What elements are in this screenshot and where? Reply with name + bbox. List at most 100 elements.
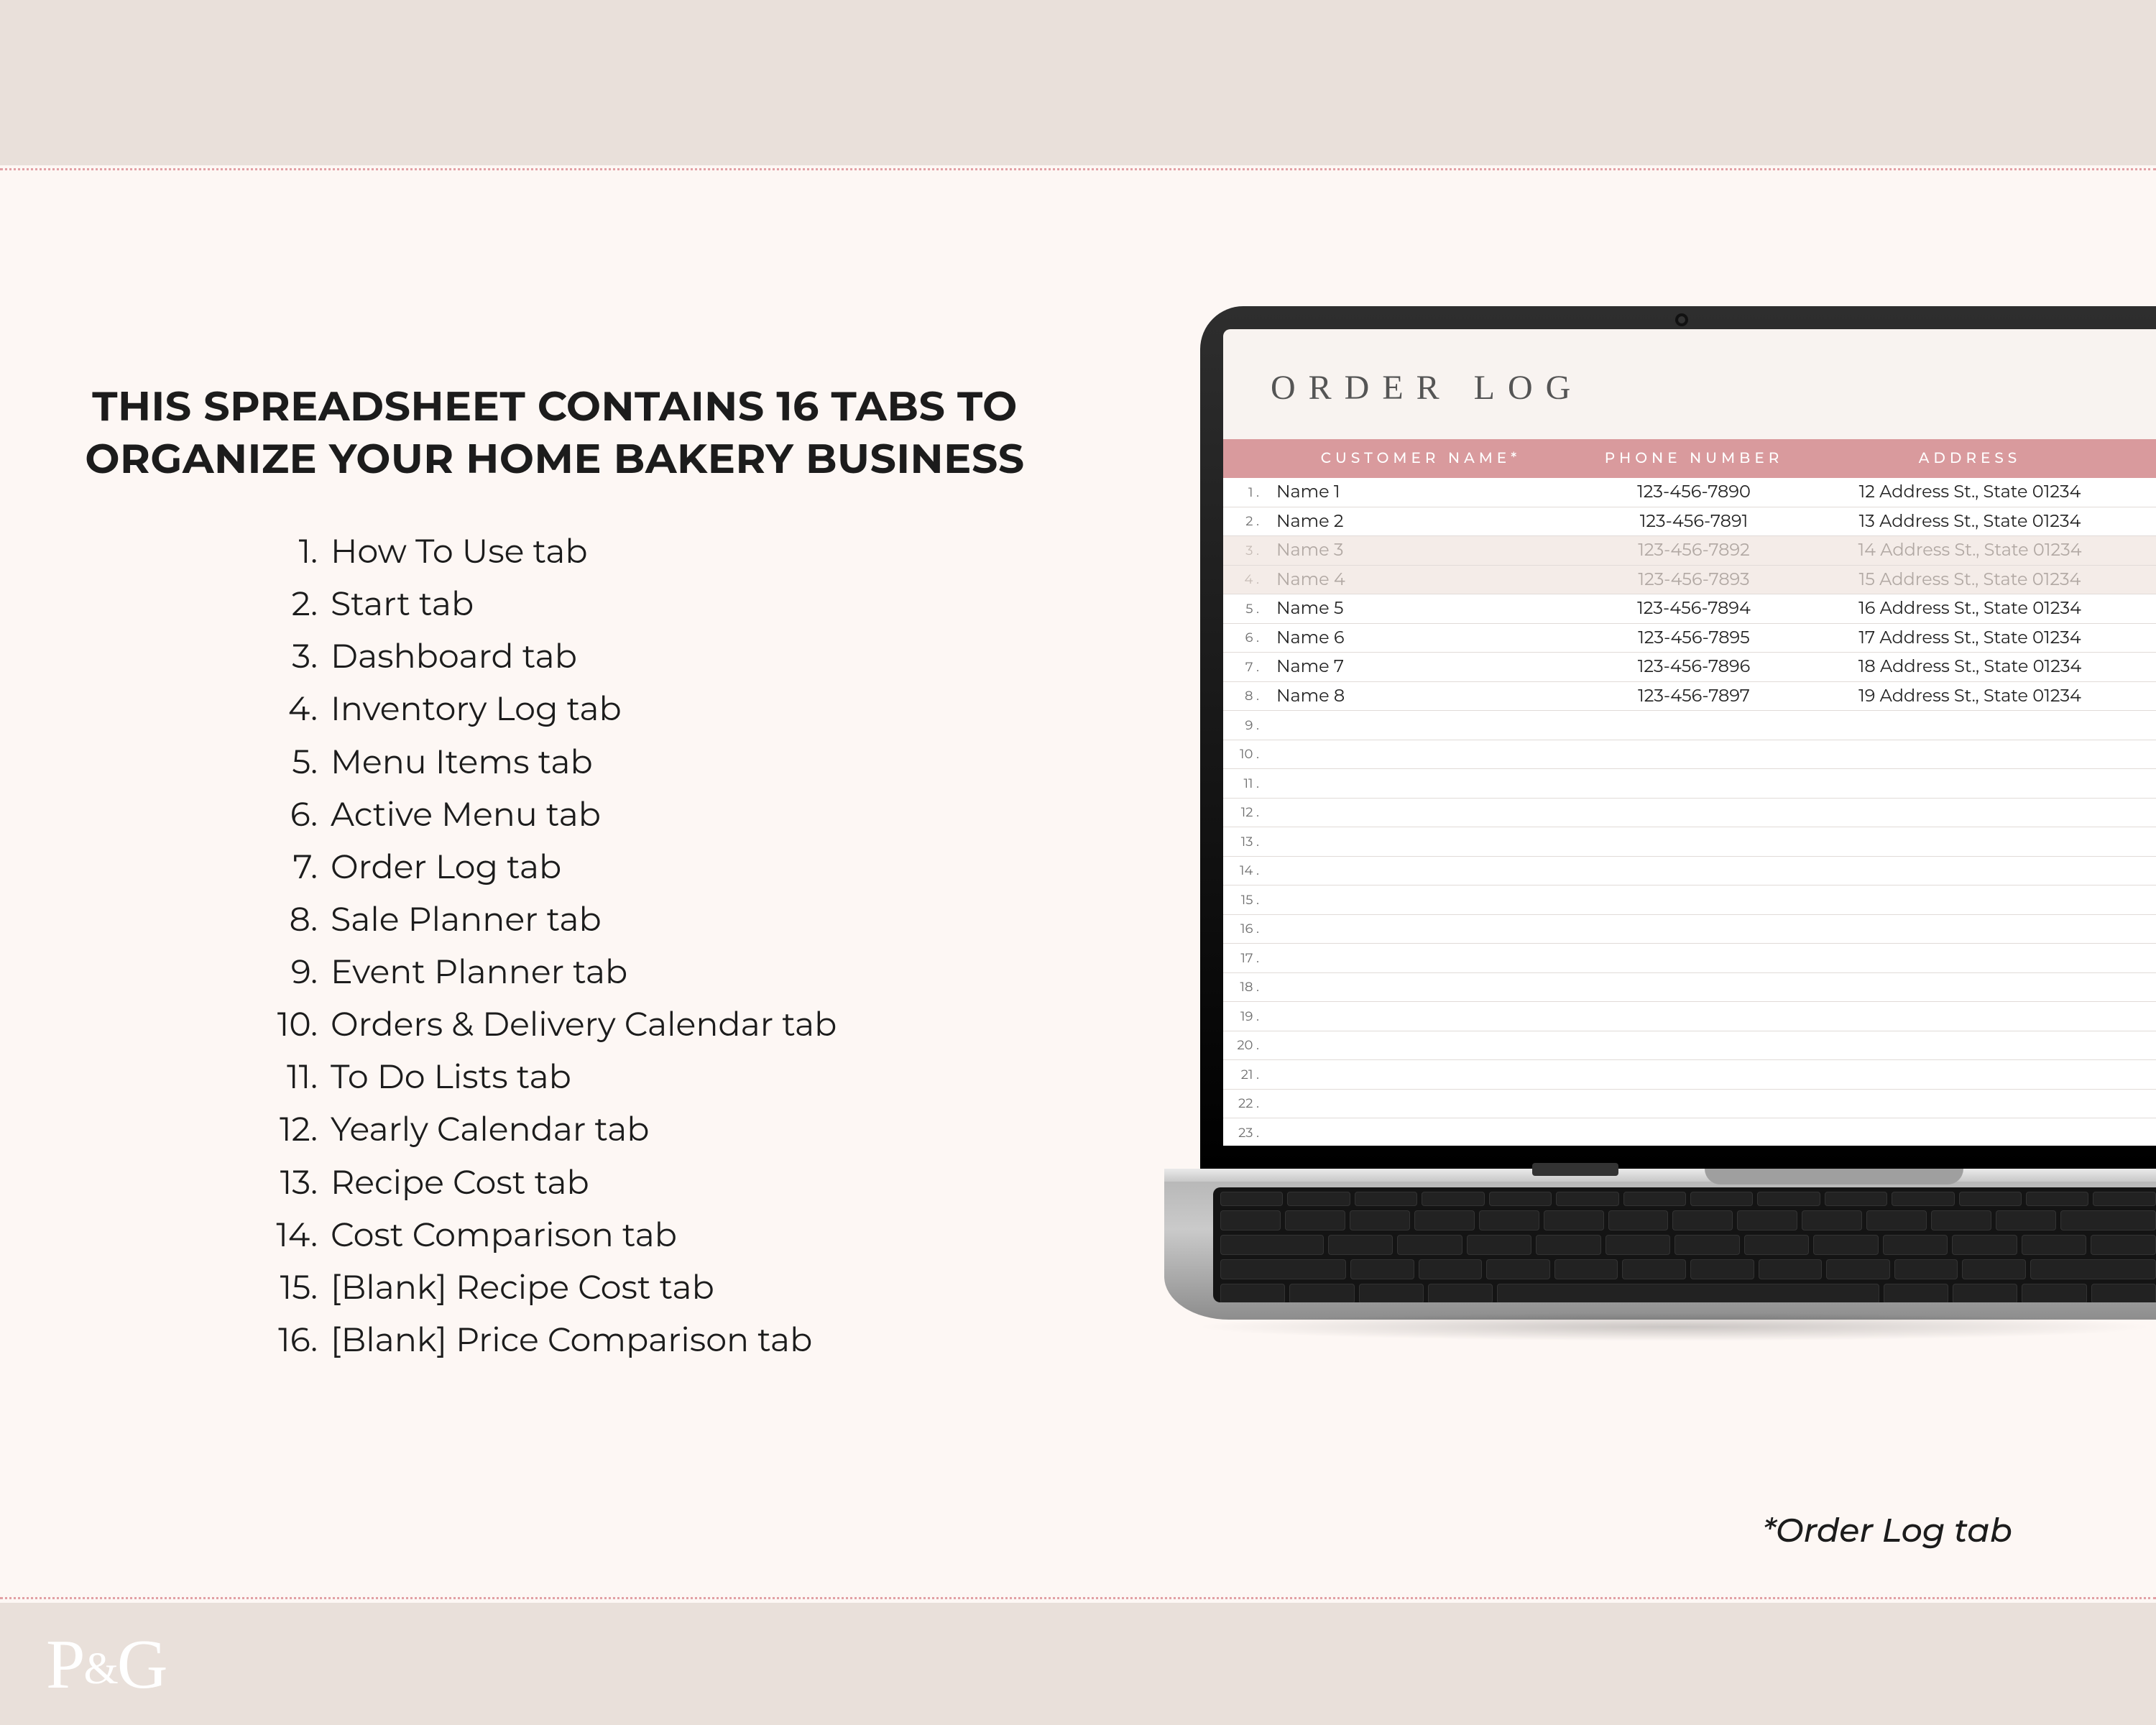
sheet-header: CUSTOMER NAME* PHONE NUMBER ADDRESS xyxy=(1223,439,2156,478)
headline: THIS SPREADSHEET CONTAINS 16 TABS TO ORG… xyxy=(66,381,1044,486)
cell-address: 15 Address St., State 01234 xyxy=(1812,569,2156,590)
laptop-hinge xyxy=(1532,1163,1618,1176)
tabs-list-item: 11.To Do Lists tab xyxy=(247,1050,837,1103)
table-row: 9 xyxy=(1223,711,2156,740)
list-label: Start tab xyxy=(331,577,474,630)
table-row: 1Name 1123-456-789012 Address St., State… xyxy=(1223,478,2156,507)
table-row: 21 xyxy=(1223,1060,2156,1090)
row-number: 7 xyxy=(1223,659,1266,675)
cell-name: Name 2 xyxy=(1266,511,1575,532)
laptop-mockup: ORDER LOG CUSTOMER NAME* PHONE NUMBER AD… xyxy=(1150,306,2156,1456)
laptop-notch xyxy=(1705,1169,1963,1184)
cell-name: Name 3 xyxy=(1266,540,1575,561)
table-row: 12 xyxy=(1223,799,2156,828)
list-number: 6. xyxy=(247,788,331,840)
tabs-list-item: 16.[Blank] Price Comparison tab xyxy=(247,1313,837,1366)
row-number: 22 xyxy=(1223,1095,1266,1111)
table-row: 10 xyxy=(1223,740,2156,770)
list-label: [Blank] Price Comparison tab xyxy=(331,1313,812,1366)
col-header-name: CUSTOMER NAME* xyxy=(1266,450,1575,467)
list-label: Inventory Log tab xyxy=(331,682,622,735)
table-row: 14 xyxy=(1223,857,2156,886)
logo-ampersand: & xyxy=(84,1644,117,1693)
table-row: 5Name 5123-456-789416 Address St., State… xyxy=(1223,594,2156,624)
table-row: 4Name 4123-456-789315 Address St., State… xyxy=(1223,566,2156,595)
list-number: 10. xyxy=(247,998,331,1050)
list-label: Yearly Calendar tab xyxy=(331,1103,650,1155)
tabs-list-item: 14.Cost Comparison tab xyxy=(247,1208,837,1261)
list-number: 9. xyxy=(247,945,331,998)
tabs-list-item: 13.Recipe Cost tab xyxy=(247,1156,837,1208)
table-row: 20 xyxy=(1223,1031,2156,1061)
list-number: 15. xyxy=(247,1261,331,1313)
tabs-list-item: 6.Active Menu tab xyxy=(247,788,837,840)
row-number: 2 xyxy=(1223,513,1266,529)
tabs-list-item: 9.Event Planner tab xyxy=(247,945,837,998)
cell-address: 18 Address St., State 01234 xyxy=(1812,656,2156,677)
row-number: 10 xyxy=(1223,746,1266,762)
col-header-phone: PHONE NUMBER xyxy=(1575,450,1812,467)
cell-name: Name 1 xyxy=(1266,482,1575,502)
row-number: 14 xyxy=(1223,862,1266,878)
row-number: 1 xyxy=(1223,484,1266,500)
tabs-list-item: 7.Order Log tab xyxy=(247,840,837,893)
cell-phone: 123-456-7895 xyxy=(1575,627,1812,648)
row-number: 17 xyxy=(1223,950,1266,966)
caption: *Order Log tab xyxy=(1762,1509,2012,1550)
tabs-list: 1.How To Use tab2.Start tab3.Dashboard t… xyxy=(247,525,837,1366)
table-row: 23 xyxy=(1223,1118,2156,1146)
tabs-list-item: 2.Start tab xyxy=(247,577,837,630)
logo-left: P xyxy=(46,1626,84,1703)
laptop-screen: ORDER LOG CUSTOMER NAME* PHONE NUMBER AD… xyxy=(1223,329,2156,1146)
row-number: 3 xyxy=(1223,543,1266,558)
cell-name: Name 6 xyxy=(1266,627,1575,648)
tabs-list-item: 10.Orders & Delivery Calendar tab xyxy=(247,998,837,1050)
row-number: 5 xyxy=(1223,601,1266,617)
table-row: 7Name 7123-456-789618 Address St., State… xyxy=(1223,653,2156,682)
row-number: 9 xyxy=(1223,717,1266,733)
list-number: 4. xyxy=(247,682,331,735)
row-number: 6 xyxy=(1223,630,1266,645)
table-row: 18 xyxy=(1223,973,2156,1003)
list-number: 14. xyxy=(247,1208,331,1261)
table-row: 2Name 2123-456-789113 Address St., State… xyxy=(1223,507,2156,537)
tabs-list-item: 5.Menu Items tab xyxy=(247,735,837,788)
list-label: Dashboard tab xyxy=(331,630,577,682)
list-label: Order Log tab xyxy=(331,840,561,893)
bottom-band: P&G xyxy=(0,1603,2156,1725)
list-label: Sale Planner tab xyxy=(331,893,602,945)
list-label: [Blank] Recipe Cost tab xyxy=(331,1261,714,1313)
laptop-shadow xyxy=(1193,1312,2156,1341)
table-row: 3Name 3123-456-789214 Address St., State… xyxy=(1223,536,2156,566)
dotted-divider-top xyxy=(0,168,2156,170)
table-row: 16 xyxy=(1223,915,2156,944)
list-label: Cost Comparison tab xyxy=(331,1208,677,1261)
list-number: 13. xyxy=(247,1156,331,1208)
row-number: 13 xyxy=(1223,834,1266,850)
list-number: 7. xyxy=(247,840,331,893)
list-number: 8. xyxy=(247,893,331,945)
row-number: 16 xyxy=(1223,921,1266,937)
row-number: 21 xyxy=(1223,1067,1266,1082)
camera-icon xyxy=(1678,316,1685,323)
table-row: 17 xyxy=(1223,944,2156,973)
row-number: 20 xyxy=(1223,1037,1266,1053)
list-number: 2. xyxy=(247,577,331,630)
list-number: 16. xyxy=(247,1313,331,1366)
row-number: 18 xyxy=(1223,979,1266,995)
table-row: 19 xyxy=(1223,1002,2156,1031)
cell-address: 17 Address St., State 01234 xyxy=(1812,627,2156,648)
cell-phone: 123-456-7894 xyxy=(1575,598,1812,619)
brand-logo: P&G xyxy=(46,1624,167,1705)
list-number: 3. xyxy=(247,630,331,682)
cell-address: 14 Address St., State 01234 xyxy=(1812,540,2156,561)
list-label: How To Use tab xyxy=(331,525,588,577)
list-number: 1. xyxy=(247,525,331,577)
table-row: 22 xyxy=(1223,1090,2156,1119)
list-label: To Do Lists tab xyxy=(331,1050,571,1103)
col-header-address: ADDRESS xyxy=(1812,450,2156,467)
table-row: 13 xyxy=(1223,827,2156,857)
sheet-body: 1Name 1123-456-789012 Address St., State… xyxy=(1223,478,2156,1146)
cell-name: Name 4 xyxy=(1266,569,1575,590)
cell-phone: 123-456-7891 xyxy=(1575,511,1812,532)
